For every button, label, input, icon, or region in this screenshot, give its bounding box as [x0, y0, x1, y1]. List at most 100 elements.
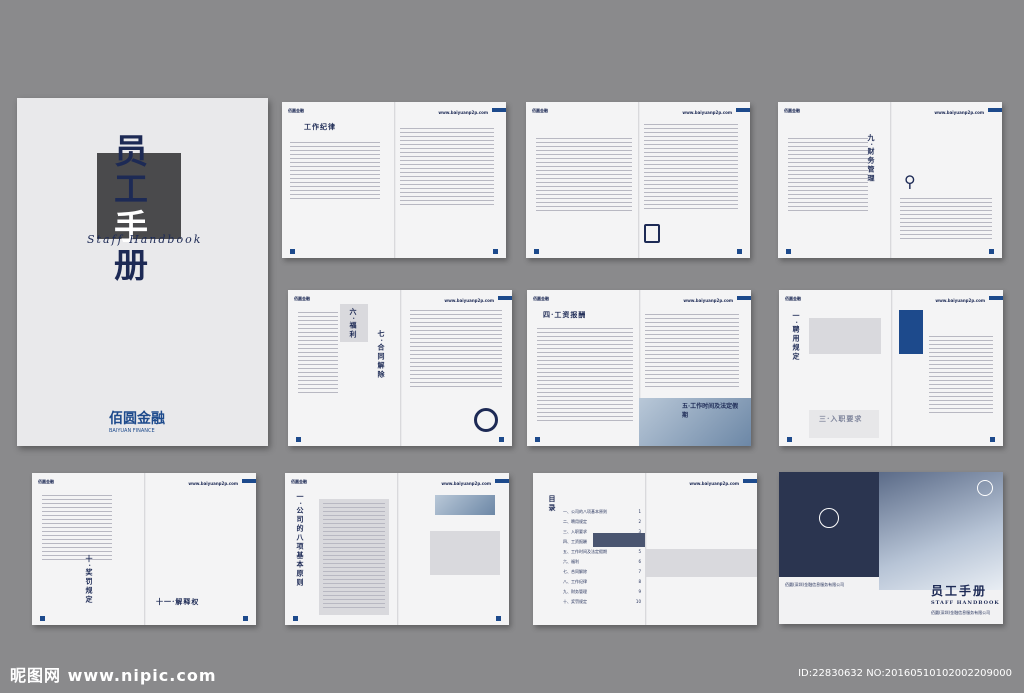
text-block-right — [644, 124, 738, 212]
text-block-left — [536, 138, 632, 214]
toc-item-page: 9 — [638, 589, 641, 594]
page-number — [243, 616, 248, 621]
toc-item[interactable]: 十、奖罚规定 10 — [563, 597, 641, 607]
spread-work-discipline: 佰圆金融 www.baiyuanp2p.com 工作纪律 — [282, 102, 506, 258]
section-title: 九·财务管理 — [867, 134, 876, 184]
toc-item-page: 10 — [635, 599, 641, 604]
toc-item-label: 十、奖罚规定 — [563, 599, 587, 604]
blue-panel — [899, 310, 923, 354]
header-url: www.baiyuanp2p.com — [438, 110, 488, 115]
text-box — [430, 531, 500, 575]
header-accent-bar — [242, 479, 256, 483]
person-icon: ⚲ — [904, 172, 916, 191]
page-number — [534, 249, 539, 254]
header-accent-bar — [743, 479, 757, 483]
cover-logo-en: BAIYUAN FINANCE — [109, 428, 155, 434]
spread-principles: 佰圆金融 www.baiyuanp2p.com 一·公司的八项基本原则 — [285, 473, 509, 625]
header-accent-bar — [492, 108, 506, 112]
spread-welfare: 佰圆金融 www.baiyuanp2p.com 六·福利 七·合同解除 — [288, 290, 512, 446]
toc-item[interactable]: 二、聘用规定 2 — [563, 517, 641, 527]
logo-icon — [977, 480, 993, 496]
header-url: www.baiyuanp2p.com — [934, 110, 984, 115]
header-url: www.baiyuanp2p.com — [935, 298, 985, 303]
toc-list: 一、公司的八项基本原则1 二、聘用规定2 三、入职要求3 四、工资报酬4 五、工… — [563, 507, 641, 607]
text-box — [809, 410, 879, 438]
header-url: www.baiyuanp2p.com — [441, 481, 491, 486]
photo-caption: 五·工作时间及法定假期 — [682, 403, 739, 419]
text-block-left — [323, 503, 385, 611]
text-block-right — [645, 314, 739, 390]
toc-item[interactable]: 五、工作时间及法定假期 5 — [563, 547, 641, 557]
toc-item-label: 九、财务管理 — [563, 589, 587, 594]
toc-item-label: 一、公司的八项基本原则 — [563, 509, 607, 514]
spread-fold — [397, 473, 399, 625]
toc-item[interactable]: 八、工作纪律 8 — [563, 577, 641, 587]
page-number — [40, 616, 45, 621]
back-cover-company-left: 佰圆(深圳)金融信息服务有限公司 — [785, 582, 845, 587]
section-title-left: 一·聘用规定 — [792, 312, 801, 362]
toc-title: 目录 — [548, 495, 557, 513]
cover-title-char-2: 工 — [114, 170, 148, 210]
header-url: www.baiyuanp2p.com — [682, 110, 732, 115]
toc-item[interactable]: 六、福利 6 — [563, 557, 641, 567]
text-block-right — [929, 336, 993, 416]
spread-fold — [400, 290, 402, 446]
toc-item-label: 七、合同解除 — [563, 569, 587, 574]
header-accent-bar — [498, 296, 512, 300]
page-number — [499, 437, 504, 442]
header-brand: 佰圆金融 — [785, 296, 801, 301]
page-number — [493, 249, 498, 254]
header-url: www.baiyuanp2p.com — [188, 481, 238, 486]
section-title-right: 十一·解释权 — [156, 597, 200, 606]
toc-item[interactable]: 九、财务管理 9 — [563, 587, 641, 597]
text-block-right — [410, 310, 502, 390]
page-number — [786, 249, 791, 254]
header-accent-bar — [495, 479, 509, 483]
watermark-right: ID:22830632 NO:20160510102002209000 — [798, 668, 1012, 679]
toc-item-page: 2 — [638, 519, 641, 524]
spread-fold — [638, 102, 640, 258]
decor-band — [645, 549, 757, 577]
text-block-right — [900, 198, 992, 242]
toc-item-label: 八、工作纪律 — [563, 579, 587, 584]
text-block-left — [290, 142, 380, 202]
section-title: 四·工资报酬 — [543, 310, 587, 319]
spread-fold — [144, 473, 146, 625]
text-box — [809, 318, 881, 354]
spread-fold — [890, 102, 892, 258]
page-number — [293, 616, 298, 621]
page-number — [990, 437, 995, 442]
spread-salary: 佰圆金融 www.baiyuanp2p.com 四·工资报酬 五·工作时间及法定… — [527, 290, 751, 446]
back-cover: 员工手册 STAFF HANDBOOK 佰圆(深圳)金融信息服务有限公司 佰圆(… — [779, 472, 1003, 624]
cover-title-char-1: 员 — [114, 132, 148, 172]
section-title-left: 六·福利 — [349, 308, 358, 340]
text-block-left — [537, 328, 633, 424]
target-icon — [474, 408, 498, 432]
header-url: www.baiyuanp2p.com — [689, 481, 739, 486]
page-number — [290, 249, 295, 254]
header-brand: 佰圆金融 — [291, 479, 307, 484]
header-brand: 佰圆金融 — [38, 479, 54, 484]
spread-fold — [394, 102, 396, 258]
page-number — [737, 249, 742, 254]
header-accent-bar — [989, 296, 1003, 300]
text-block-left — [788, 138, 868, 214]
text-block-right — [400, 128, 494, 208]
header-brand: 佰圆金融 — [784, 108, 800, 113]
watermark-left: 昵图网 www.nipic.com — [10, 666, 217, 685]
header-url: www.baiyuanp2p.com — [683, 298, 733, 303]
toc-item[interactable]: 七、合同解除 7 — [563, 567, 641, 577]
spread-finance: 佰圆金融 www.baiyuanp2p.com 九·财务管理 ⚲ — [778, 102, 1002, 258]
clipboard-icon — [644, 224, 660, 243]
cover-logo-name: 佰圆金融 — [109, 411, 165, 427]
header-accent-bar — [736, 108, 750, 112]
toc-highlight-bar — [593, 533, 645, 547]
back-cover-title: 员工手册 — [931, 584, 988, 598]
front-cover: 员 工 手 册 Staff Handbook 佰圆金融 BAIYUAN FINA… — [17, 98, 268, 446]
toc-item-page: 8 — [638, 579, 641, 584]
toc-item[interactable]: 一、公司的八项基本原则 1 — [563, 507, 641, 517]
toc-item-label: 二、聘用规定 — [563, 519, 587, 524]
header-brand: 佰圆金融 — [532, 108, 548, 113]
page-number — [787, 437, 792, 442]
toc-item-page: 7 — [638, 569, 641, 574]
